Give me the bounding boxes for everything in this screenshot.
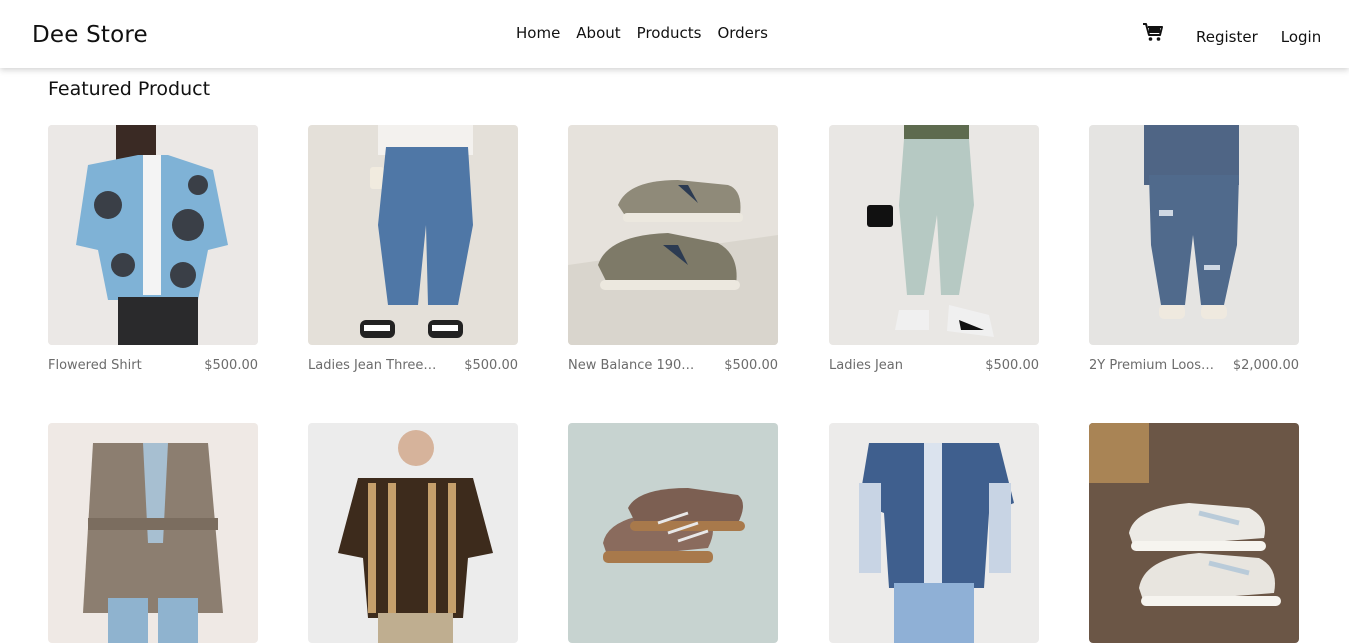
- product-name[interactable]: New Balance 1906R: [568, 358, 698, 373]
- product-name[interactable]: Ladies Jean Three Quarter: [308, 358, 438, 373]
- register-link[interactable]: Register: [1196, 28, 1258, 46]
- nav-home[interactable]: Home: [516, 24, 560, 42]
- nav-products[interactable]: Products: [637, 24, 702, 42]
- white-sneaker-photo[interactable]: [1089, 423, 1299, 643]
- product-price: $500.00: [464, 358, 518, 373]
- loose-jean-photo[interactable]: [1089, 125, 1299, 345]
- login-link[interactable]: Login: [1281, 28, 1321, 46]
- light-jean-photo[interactable]: [829, 125, 1039, 345]
- product-card[interactable]: Flowered Shirt $500.00: [48, 125, 258, 373]
- product-card[interactable]: Ladies Jean Three Quarter $500.00: [308, 125, 518, 373]
- section-title: Featured Product: [48, 78, 211, 100]
- product-name[interactable]: 2Y Premium Loose Fit Jean: [1089, 358, 1219, 373]
- product-name[interactable]: Ladies Jean: [829, 358, 903, 373]
- auth-links: Register Login: [1196, 28, 1321, 46]
- product-meta: Ladies Jean Three Quarter $500.00: [308, 358, 518, 373]
- product-meta: Flowered Shirt $500.00: [48, 358, 258, 373]
- flowered-shirt-photo[interactable]: [48, 125, 258, 345]
- sneaker-photo[interactable]: [568, 125, 778, 345]
- nav-about[interactable]: About: [576, 24, 620, 42]
- product-price: $500.00: [724, 358, 778, 373]
- denim-vest-photo[interactable]: [829, 423, 1039, 643]
- product-price: $2,000.00: [1232, 358, 1299, 373]
- brown-sneaker-photo[interactable]: [568, 423, 778, 643]
- striped-shirt-photo[interactable]: [308, 423, 518, 643]
- product-price: $500.00: [985, 358, 1039, 373]
- product-card[interactable]: [48, 423, 258, 643]
- nav-orders[interactable]: Orders: [717, 24, 767, 42]
- product-card[interactable]: [568, 423, 778, 643]
- nav-links: Home About Products Orders: [516, 24, 768, 42]
- product-meta: 2Y Premium Loose Fit Jean $2,000.00: [1089, 358, 1299, 373]
- trench-coat-photo[interactable]: [48, 423, 258, 643]
- product-card[interactable]: [1089, 423, 1299, 643]
- navbar: Dee Store Home About Products Orders Reg…: [0, 0, 1349, 68]
- product-card[interactable]: [829, 423, 1039, 643]
- product-meta: New Balance 1906R $500.00: [568, 358, 778, 373]
- product-price: $500.00: [204, 358, 258, 373]
- product-card[interactable]: Ladies Jean $500.00: [829, 125, 1039, 373]
- product-card[interactable]: [308, 423, 518, 643]
- ladies-jean-photo[interactable]: [308, 125, 518, 345]
- product-card[interactable]: New Balance 1906R $500.00: [568, 125, 778, 373]
- product-card[interactable]: 2Y Premium Loose Fit Jean $2,000.00: [1089, 125, 1299, 373]
- product-meta: Ladies Jean $500.00: [829, 358, 1039, 373]
- product-name[interactable]: Flowered Shirt: [48, 358, 142, 373]
- shopping-cart-icon[interactable]: [1142, 22, 1164, 42]
- brand-logo[interactable]: Dee Store: [32, 22, 148, 48]
